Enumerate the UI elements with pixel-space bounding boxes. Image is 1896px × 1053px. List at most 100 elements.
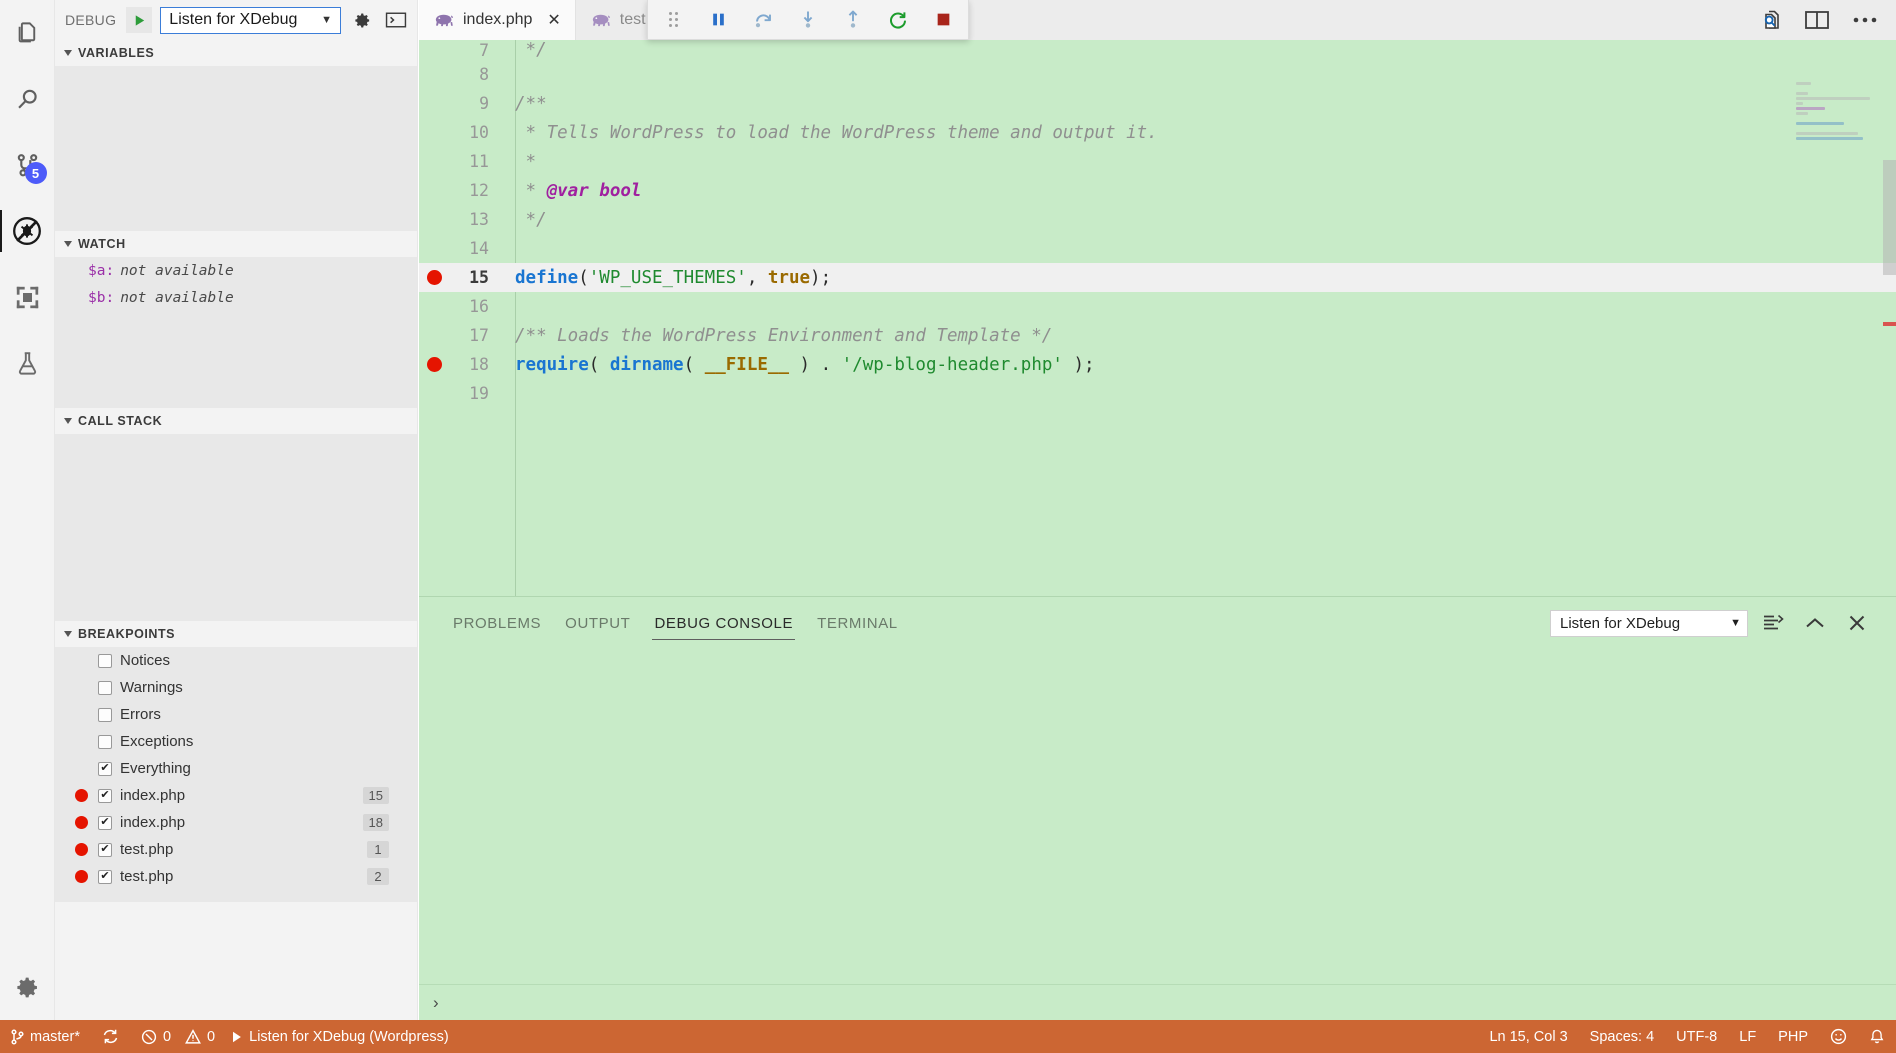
status-feedback[interactable] <box>1819 1020 1858 1053</box>
editor-tab-index-php[interactable]: index.php ✕ <box>419 0 576 40</box>
breakpoint-item[interactable]: ✔ test.php 1 <box>55 836 417 863</box>
breakpoint-item[interactable]: Errors <box>55 701 417 728</box>
code-line[interactable]: 18 require( dirname( __FILE__ ) . '/wp-b… <box>419 350 1896 379</box>
line-number: 10 <box>469 123 489 142</box>
code-token: , <box>746 267 768 288</box>
breakpoint-item[interactable]: Warnings <box>55 674 417 701</box>
code-line[interactable]: 11 * <box>419 147 1896 176</box>
activity-item-source-control[interactable]: 5 <box>0 132 55 198</box>
editor-scrollbar[interactable] <box>1883 160 1896 275</box>
watch-item[interactable]: $b: not available <box>55 284 417 311</box>
breakpoint-checkbox[interactable]: ✔ <box>98 788 112 803</box>
gear-icon <box>14 974 41 1001</box>
panel-tab-terminal[interactable]: TERMINAL <box>805 597 910 649</box>
section-header-breakpoints[interactable]: BREAKPOINTS <box>55 621 417 647</box>
code-line[interactable]: 12 * @var bool <box>419 176 1896 205</box>
debug-pause-button[interactable] <box>705 7 731 33</box>
watch-expression: $a: <box>88 262 115 279</box>
ellipsis-icon[interactable] <box>1852 16 1878 24</box>
debug-stop-button[interactable] <box>930 7 956 33</box>
open-debug-console-button[interactable] <box>383 7 409 33</box>
code-line[interactable]: 16 <box>419 292 1896 321</box>
activity-item-explorer[interactable] <box>0 0 55 66</box>
code-line[interactable]: 9 /** <box>419 89 1896 118</box>
debug-console-input[interactable]: › <box>419 984 1896 1020</box>
code-line[interactable]: 17 /** Loads the WordPress Environment a… <box>419 321 1896 350</box>
maximize-panel-button[interactable] <box>1798 606 1832 640</box>
breakpoint-item[interactable]: ✔ test.php 2 <box>55 863 417 890</box>
variables-list[interactable] <box>55 66 417 231</box>
gutter-breakpoint-slot[interactable] <box>419 270 449 285</box>
breakpoint-item[interactable]: Notices <box>55 647 417 674</box>
panel-tab-debug-console[interactable]: DEBUG CONSOLE <box>642 597 805 649</box>
breakpoint-item[interactable]: ✔ index.php 15 <box>55 782 417 809</box>
breakpoint-item[interactable]: ✔ index.php 18 <box>55 809 417 836</box>
panel-tab-problems[interactable]: PROBLEMS <box>441 597 553 649</box>
breakpoint-checkbox[interactable]: ✔ <box>98 761 112 776</box>
section-header-call-stack[interactable]: CALL STACK <box>55 408 417 434</box>
breakpoint-checkbox[interactable] <box>98 680 112 695</box>
code-line[interactable]: 13 */ <box>419 205 1896 234</box>
debug-step-over-button[interactable] <box>750 7 776 33</box>
status-sync[interactable] <box>91 1020 130 1053</box>
debug-restart-button[interactable] <box>885 7 911 33</box>
debug-session-select[interactable]: Listen for XDebug ▼ <box>1550 609 1748 637</box>
activity-item-manage-settings[interactable] <box>0 954 55 1020</box>
code-line[interactable]: 19 <box>419 379 1896 408</box>
breakpoint-dot-icon[interactable] <box>426 270 442 285</box>
close-icon[interactable]: ✕ <box>547 10 560 30</box>
activity-item-debug[interactable] <box>0 198 55 264</box>
breakpoint-checkbox[interactable]: ✔ <box>98 842 112 857</box>
status-debug-session[interactable]: Listen for XDebug (Wordpress) <box>219 1020 460 1053</box>
breakpoint-item[interactable]: Exceptions <box>55 728 417 755</box>
breakpoint-label: Errors <box>120 706 161 723</box>
open-launch-config-button[interactable] <box>349 7 375 33</box>
status-problems[interactable]: 0 0 <box>130 1020 219 1053</box>
breakpoint-checkbox[interactable] <box>98 734 112 749</box>
open-preview-icon[interactable] <box>1756 8 1782 32</box>
status-encoding[interactable]: UTF-8 <box>1665 1020 1728 1053</box>
minimap[interactable] <box>1796 82 1882 177</box>
gutter-breakpoint-slot[interactable] <box>419 357 449 372</box>
watch-item[interactable]: $a: not available <box>55 257 417 284</box>
status-notifications[interactable] <box>1858 1020 1896 1053</box>
error-icon <box>141 1029 157 1045</box>
section-header-variables[interactable]: VARIABLES <box>55 40 417 66</box>
code-line[interactable]: 14 <box>419 234 1896 263</box>
code-line[interactable]: 10 * Tells WordPress to load the WordPre… <box>419 118 1896 147</box>
panel-tab-output[interactable]: OUTPUT <box>553 597 642 649</box>
breakpoint-dot-icon[interactable] <box>426 357 442 372</box>
section-title: BREAKPOINTS <box>78 627 176 641</box>
debug-step-into-button[interactable] <box>795 7 821 33</box>
code-line[interactable]: 8 <box>419 60 1896 89</box>
breakpoint-checkbox[interactable]: ✔ <box>98 815 112 830</box>
activity-item-testing[interactable] <box>0 330 55 396</box>
status-language-mode[interactable]: PHP <box>1767 1020 1819 1053</box>
split-editor-icon[interactable] <box>1804 9 1830 31</box>
extensions-icon <box>14 284 41 311</box>
debug-step-out-button[interactable] <box>840 7 866 33</box>
status-indentation[interactable]: Spaces: 4 <box>1579 1020 1666 1053</box>
breakpoint-item[interactable]: ✔ Everything <box>55 755 417 782</box>
breakpoint-checkbox[interactable] <box>98 653 112 668</box>
php-elephant-icon <box>592 13 611 27</box>
activity-item-extensions[interactable] <box>0 264 55 330</box>
code-line-current[interactable]: 15 define('WP_USE_THEMES', true); <box>419 263 1896 292</box>
debug-title: DEBUG <box>65 12 117 28</box>
activity-item-search[interactable] <box>0 66 55 132</box>
start-debugging-button[interactable] <box>126 7 153 33</box>
clear-console-button[interactable] <box>1756 606 1790 640</box>
status-branch[interactable]: master* <box>0 1020 91 1053</box>
code-line[interactable]: 7 */ <box>419 40 1896 60</box>
call-stack-list[interactable] <box>55 434 417 621</box>
breakpoint-checkbox[interactable]: ✔ <box>98 869 112 884</box>
breakpoint-checkbox[interactable] <box>98 707 112 722</box>
close-panel-button[interactable] <box>1840 606 1874 640</box>
line-number: 19 <box>469 384 489 403</box>
debug-configuration-select[interactable]: Listen for XDebug ▼ <box>160 6 341 34</box>
section-title: WATCH <box>78 237 126 251</box>
status-cursor-position[interactable]: Ln 15, Col 3 <box>1478 1020 1578 1053</box>
section-header-watch[interactable]: WATCH <box>55 231 417 257</box>
debug-toolbar-drag-handle[interactable] <box>660 7 686 33</box>
status-eol[interactable]: LF <box>1728 1020 1767 1053</box>
